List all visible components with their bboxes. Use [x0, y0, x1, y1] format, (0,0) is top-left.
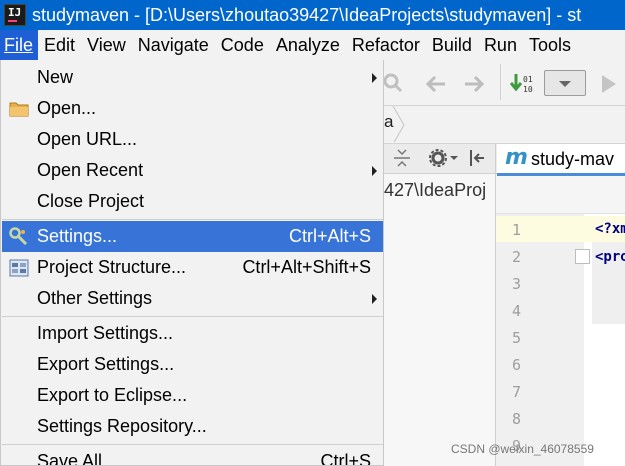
line-number: 4 [512, 302, 522, 320]
code-line: <?xm [595, 221, 625, 237]
menu-item-open-recent[interactable]: Open Recent [2, 155, 383, 186]
run-icon[interactable] [600, 74, 618, 94]
toolbar-separator [500, 64, 501, 100]
menu-item-settings-repository[interactable]: Settings Repository... [2, 411, 383, 442]
project-structure-icon [9, 259, 29, 277]
run-configuration-dropdown[interactable] [544, 70, 586, 96]
collapse-all-icon[interactable] [392, 148, 412, 168]
line-number: 3 [512, 275, 522, 293]
project-root-path[interactable]: 427\IdeaProj [384, 180, 496, 201]
project-panel [384, 174, 496, 466]
line-number: 1 [512, 221, 522, 239]
line-number: 8 [512, 410, 522, 428]
hide-panel-icon[interactable] [468, 148, 488, 168]
menu-item-other-settings[interactable]: Other Settings [2, 283, 383, 314]
navigation-bar [384, 106, 625, 144]
main-toolbar [384, 62, 625, 106]
menu-analyze[interactable]: Analyze [270, 30, 346, 60]
submenu-arrow-icon [372, 166, 377, 176]
menu-item-save-all[interactable]: Save All Ctrl+S [2, 446, 383, 466]
menu-run[interactable]: Run [478, 30, 523, 60]
menu-item-import-settings[interactable]: Import Settings... [2, 318, 383, 349]
intellij-app-icon[interactable]: IJ [4, 4, 26, 26]
menu-edit[interactable]: Edit [38, 30, 81, 60]
svg-text:01: 01 [523, 75, 533, 84]
maven-icon: m [505, 145, 528, 170]
watermark: CSDN @weixin_46078559 [451, 442, 594, 456]
menu-item-project-structure[interactable]: Project Structure... Ctrl+Alt+Shift+S [2, 252, 383, 283]
breadcrumb-chevron [392, 106, 405, 142]
menu-refactor[interactable]: Refactor [346, 30, 426, 60]
menu-item-close-project[interactable]: Close Project [2, 186, 383, 217]
menu-view[interactable]: View [81, 30, 132, 60]
menu-item-open[interactable]: Open... [2, 93, 383, 124]
submenu-arrow-icon [372, 294, 377, 304]
shortcut-label: Ctrl+Alt+S [288, 226, 371, 246]
title-bar: IJ studymaven - [D:\Users\zhoutao39427\I… [0, 0, 625, 30]
menu-item-export-to-eclipse[interactable]: Export to Eclipse... [2, 380, 383, 411]
menu-item-open-url[interactable]: Open URL... [2, 124, 383, 155]
menu-navigate[interactable]: Navigate [132, 30, 215, 60]
back-arrow-icon[interactable] [425, 75, 447, 93]
build-project-icon[interactable]: 01 10 [510, 72, 536, 96]
submenu-arrow-icon [372, 73, 377, 83]
file-menu-dropdown: New Open... Open URL... Open Recent Clos… [0, 60, 384, 466]
svg-text:10: 10 [523, 85, 533, 94]
line-number: 5 [512, 329, 522, 347]
menu-code[interactable]: Code [215, 30, 270, 60]
editor-gutter [496, 214, 584, 466]
folder-icon [9, 102, 29, 117]
menu-tools[interactable]: Tools [523, 30, 577, 60]
menu-build[interactable]: Build [426, 30, 478, 60]
menu-separator [2, 444, 383, 445]
menu-item-settings[interactable]: Settings... Ctrl+Alt+S [2, 221, 383, 252]
line-number: 7 [512, 383, 522, 401]
menu-bar: File Edit View Navigate Code Analyze Ref… [0, 30, 625, 60]
menu-file[interactable]: File [0, 30, 39, 60]
shortcut-label: Ctrl+S [320, 451, 371, 466]
menu-separator [2, 316, 383, 317]
fold-marker[interactable] [575, 249, 590, 264]
window-title: studymaven - [D:\Users\zhoutao39427\Idea… [32, 4, 582, 25]
menu-separator [2, 219, 383, 220]
current-line-gutter-highlight [496, 216, 584, 242]
wrench-icon [9, 227, 28, 246]
code-line: <pro [595, 249, 625, 265]
editor-tab-pom[interactable]: m study-mav [497, 144, 625, 176]
editor-breadcrumb-area [496, 176, 625, 214]
shortcut-label: Ctrl+Alt+Shift+S [242, 257, 371, 277]
line-number: 2 [512, 248, 522, 266]
line-number: 6 [512, 356, 522, 374]
search-icon[interactable] [382, 72, 404, 94]
menu-item-new[interactable]: New [2, 62, 383, 93]
menu-item-export-settings[interactable]: Export Settings... [2, 349, 383, 380]
gear-icon[interactable] [428, 148, 460, 168]
forward-arrow-icon[interactable] [463, 75, 485, 93]
